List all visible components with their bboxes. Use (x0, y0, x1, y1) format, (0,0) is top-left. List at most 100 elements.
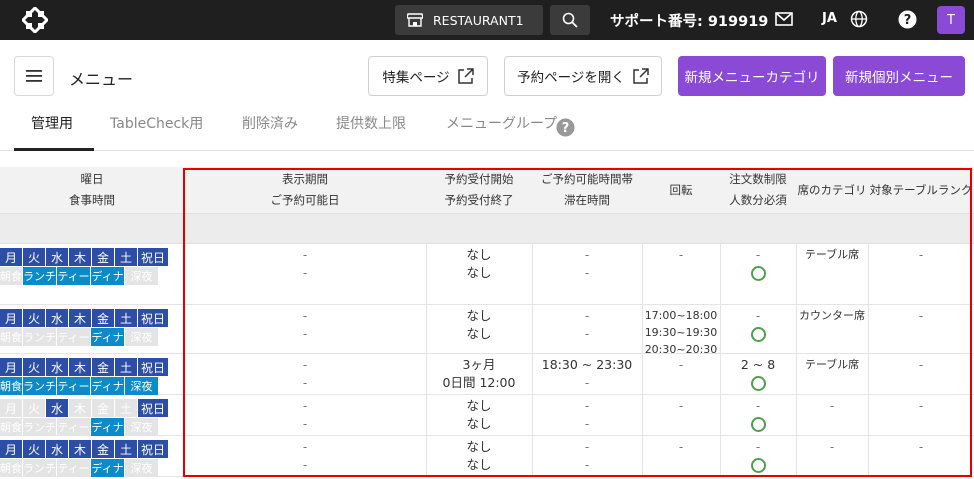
weekday-tag: 土 (115, 358, 137, 376)
table-row[interactable]: 月火水木金土祝日 朝食 ランチ ティー ディナ 深夜 - - なし なし - - - - - - (0, 395, 974, 436)
weekday-tag: 祝日 (138, 440, 168, 458)
weekday-tag: 水 (46, 248, 68, 266)
new-menu-item-button[interactable]: 新規個別メニュー (833, 56, 965, 96)
weekday-tag: 木 (69, 309, 91, 327)
time-cell-value: - (584, 458, 590, 472)
time-cell: -- (532, 395, 642, 435)
weekday-tag: 水 (46, 440, 68, 458)
tab-deleted[interactable]: 削除済み (242, 113, 298, 133)
help-icon[interactable]: ? (898, 10, 917, 29)
external-link-icon (633, 68, 649, 84)
meal-tag: 深夜 (125, 418, 158, 436)
new-menu-category-button[interactable]: 新規メニューカテゴリ (678, 56, 826, 96)
restaurant-selector[interactable]: RESTAURANT1 (395, 5, 543, 35)
weekday-tag: 土 (115, 440, 137, 458)
period-cell-value: - (302, 440, 308, 454)
sidebar-toggle-button[interactable] (14, 56, 54, 96)
order-limit-cell-value: - (755, 309, 761, 323)
meal-tags: 朝食 ランチ ティー ディナ 深夜 (0, 377, 159, 395)
table-rank-cell: - (868, 395, 974, 435)
table-rank-cell: - (868, 244, 974, 304)
hamburger-icon (26, 70, 42, 82)
avatar[interactable]: T (937, 6, 965, 34)
help-circle-icon[interactable]: ? (556, 118, 575, 137)
seat-category-cell-value: テーブル席 (804, 358, 860, 371)
restaurant-name: RESTAURANT1 (433, 12, 524, 28)
seat-category-cell-value: テーブル席 (804, 248, 860, 261)
weekday-tag: 月 (0, 248, 22, 266)
tab-serving-limit[interactable]: 提供数上限 (336, 113, 406, 133)
required-circle-icon (750, 327, 766, 342)
page-title: メニュー (69, 70, 134, 89)
search-icon (562, 12, 578, 28)
weekday-tag: 月 (0, 399, 22, 417)
seat-category-cell-value: - (829, 399, 835, 413)
turn-cell-value: - (678, 248, 684, 262)
required-circle-icon (750, 376, 766, 391)
tab-tablecheck[interactable]: TableCheck用 (110, 113, 203, 133)
time-cell-value: - (584, 248, 590, 262)
order-limit-cell-value: - (755, 440, 761, 454)
col-day: 曜日 食事時間 (69, 172, 115, 207)
weekday-tags: 月火水木金土祝日 (0, 440, 169, 458)
table-row[interactable]: 月火水木金土祝日 朝食 ランチ ティー ディナ 深夜 - - なし なし - -17:00~18:00… (0, 305, 974, 356)
meal-tag: ティー (57, 328, 90, 346)
meal-tag: ディナ (91, 267, 124, 285)
tab-menu-group[interactable]: メニューグループ (446, 113, 557, 133)
col-seat-category: 席のカテゴリ (797, 182, 867, 197)
period-cell-value: - (302, 327, 308, 341)
meal-tag: ランチ (23, 459, 56, 477)
table-row[interactable]: 月火水木金土祝日 朝食 ランチ ティー ディナ 深夜 - - なし なし - - - - テーブル席 - (0, 244, 974, 305)
weekday-tag: 火 (23, 309, 45, 327)
accept-cell: なし なし (426, 305, 532, 353)
accept-cell: 3ヶ月 0日間 12:00 (426, 354, 532, 394)
weekday-tags: 月火水木金土祝日 (0, 309, 169, 327)
col-time: ご予約可能時間帯 滞在時間 (541, 172, 633, 207)
turn-cell: - (642, 436, 720, 476)
table-rank-cell: - (868, 305, 974, 353)
time-cell-value: - (584, 440, 590, 454)
mail-icon[interactable] (775, 11, 793, 27)
table-rank-cell-value: - (918, 440, 924, 454)
feature-page-button[interactable]: 特集ページ (368, 56, 488, 96)
period-cell-value: - (302, 309, 308, 323)
weekday-tag: 水 (46, 358, 68, 376)
seat-category-cell: - (796, 395, 868, 435)
accept-cell-value: なし (466, 416, 492, 431)
time-cell-value: - (584, 417, 590, 431)
table-header: 曜日 食事時間 表示期間 ご予約可能日 予約受付開始 予約受付終了 ご予約可能時間帯滞… (0, 167, 974, 214)
weekday-tag: 火 (23, 399, 45, 417)
turn-cell-value: - (678, 358, 684, 372)
table-rank-cell: - (868, 436, 974, 476)
weekday-tag: 土 (115, 309, 137, 327)
weekday-tag: 火 (23, 440, 45, 458)
period-cell-value: - (302, 458, 308, 472)
meal-tag: ランチ (23, 418, 56, 436)
tab-management[interactable]: 管理用 (31, 113, 73, 133)
turn-cell: 17:00~18:00 19:30~19:30 20:30~20:30 (642, 305, 720, 356)
meal-tag: ティー (57, 377, 90, 395)
open-booking-page-button[interactable]: 予約ページを開く (504, 56, 662, 96)
meal-tag: ディナ (91, 328, 124, 346)
seat-category-cell-value: - (829, 440, 835, 454)
period-cell-value: - (302, 266, 308, 280)
time-cell: -- (532, 244, 642, 304)
accept-cell-value: なし (466, 308, 492, 323)
meal-tag: ランチ (23, 267, 56, 285)
order-limit-cell: - (720, 395, 796, 435)
globe-icon[interactable] (850, 10, 868, 28)
period-cell-value: - (302, 248, 308, 262)
weekday-tag: 月 (0, 309, 22, 327)
language-selector[interactable]: JA (822, 11, 837, 26)
meal-tag: ディナ (91, 418, 124, 436)
logo-icon[interactable] (22, 7, 48, 33)
tab-divider (0, 150, 974, 151)
turn-cell-value: - (678, 440, 684, 454)
meal-tag: ディナ (91, 377, 124, 395)
time-cell-value: - (584, 376, 590, 390)
table-row[interactable]: 月火水木金土祝日 朝食 ランチ ティー ディナ 深夜 - - なし なし - - - - - - (0, 436, 974, 477)
table-row[interactable]: 月火水木金土祝日 朝食 ランチ ティー ディナ 深夜 - -3ヶ月 0日間 12:00 18:30… (0, 354, 974, 395)
time-cell-value: - (584, 266, 590, 280)
search-button[interactable] (550, 5, 590, 35)
weekday-tag: 祝日 (138, 358, 168, 376)
